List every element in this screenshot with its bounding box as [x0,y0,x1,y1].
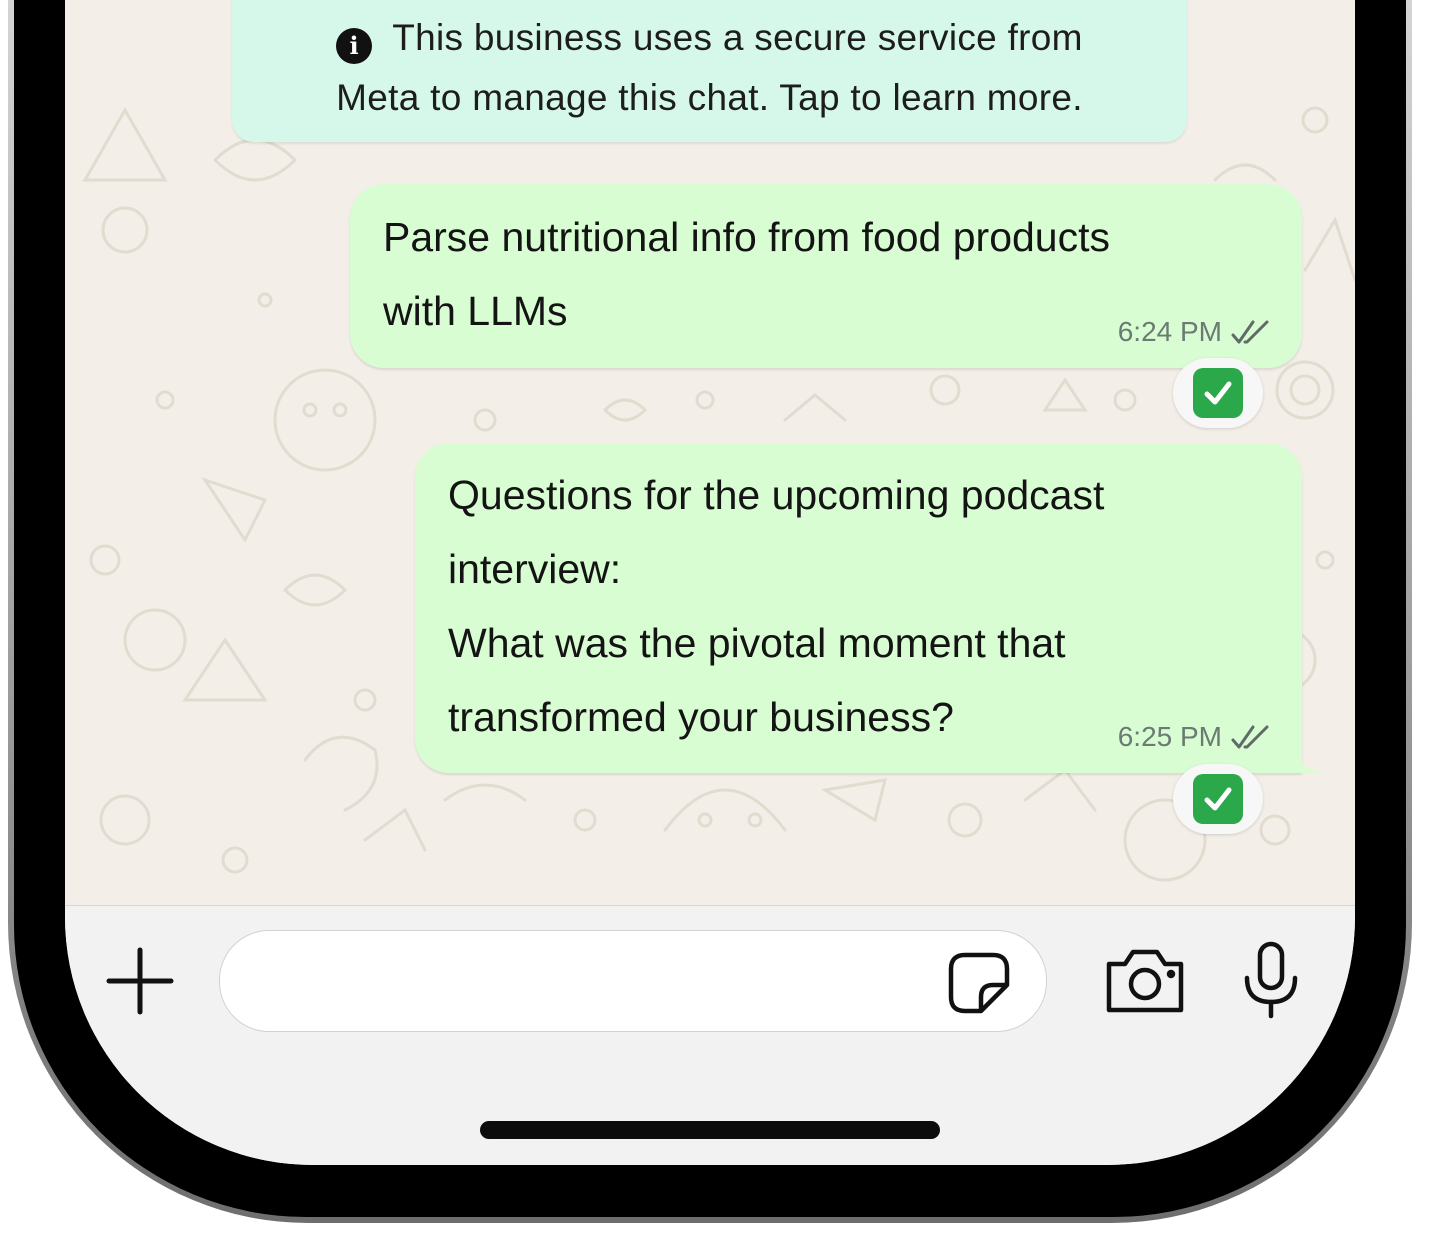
message-time: 6:25 PM [1117,721,1222,752]
message-line: with LLMs [383,288,568,334]
message-line: Questions for the upcoming podcast [448,472,1105,518]
banner-line-2: Meta to manage this chat. Tap to learn m… [336,77,1083,118]
chat-background: i This business uses a secure service fro… [65,0,1355,905]
message-bubble[interactable]: Questions for the upcoming podcast inter… [415,443,1302,773]
sticker-icon[interactable] [947,951,1011,1015]
chat-screen: i This business uses a secure service fro… [65,0,1355,1165]
microphone-icon[interactable] [1241,940,1301,1020]
message-input[interactable] [219,930,1047,1032]
message-time: 6:24 PM [1117,316,1222,347]
plus-icon[interactable] [105,946,175,1016]
message-line: transformed your business? [448,694,954,740]
message-line: interview: [448,546,622,592]
double-check-icon [1231,725,1269,749]
reaction-badge[interactable] [1173,764,1263,834]
info-icon: i [336,28,373,64]
message-line: What was the pivotal moment that [448,620,1066,666]
white-check-mark-emoji [1193,774,1243,824]
double-check-icon [1231,320,1269,344]
business-info-banner[interactable]: i This business uses a secure service fro… [232,0,1187,142]
bubble-tail [1290,745,1324,773]
message-bubble[interactable]: Parse nutritional info from food product… [350,184,1302,368]
message-text-field[interactable] [256,951,910,1013]
message-line: Parse nutritional info from food product… [383,214,1110,260]
white-check-mark-emoji [1193,368,1243,418]
camera-icon[interactable] [1105,946,1185,1014]
home-indicator [480,1121,940,1139]
banner-line-1: This business uses a secure service from [392,17,1083,58]
message-composer [65,905,1355,1165]
reaction-badge[interactable] [1173,358,1263,428]
